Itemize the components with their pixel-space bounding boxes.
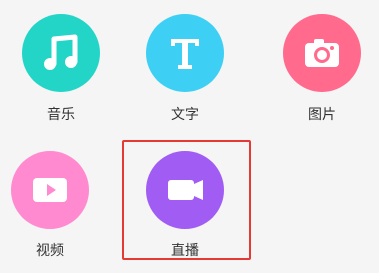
tile-video[interactable]: 视频 — [0, 151, 100, 271]
text-circle[interactable] — [146, 14, 224, 92]
image-circle[interactable] — [283, 14, 361, 92]
video-label: 视频 — [36, 243, 64, 259]
music-note-icon — [44, 34, 78, 70]
tile-text[interactable]: 文字 — [135, 14, 235, 134]
tile-image[interactable]: 图片 — [272, 14, 372, 134]
selection-highlight — [122, 140, 251, 260]
text-label: 文字 — [171, 107, 199, 123]
tile-music[interactable]: 音乐 — [11, 14, 111, 134]
letter-t-icon — [171, 39, 199, 69]
music-circle[interactable] — [22, 14, 100, 92]
image-label: 图片 — [308, 107, 336, 123]
camera-icon — [305, 39, 339, 67]
music-label: 音乐 — [47, 107, 75, 123]
video-circle[interactable] — [11, 151, 89, 229]
play-icon — [33, 178, 67, 202]
